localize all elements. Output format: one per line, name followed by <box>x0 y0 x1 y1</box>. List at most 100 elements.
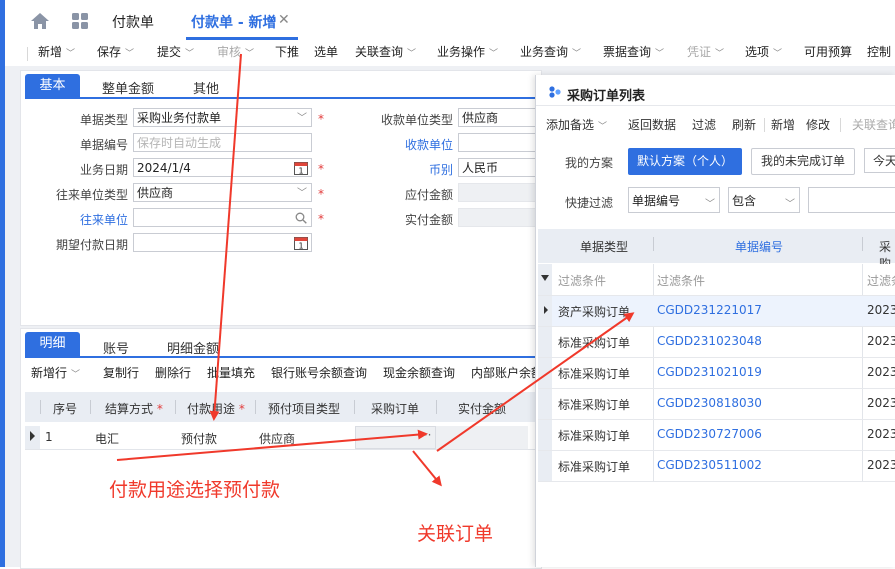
toolbar-control-button[interactable]: 控制 <box>867 43 891 60</box>
filter-button[interactable]: 过滤 <box>692 116 716 133</box>
toolbar-business-op-button[interactable]: 业务操作 ﹀ <box>437 43 498 60</box>
toolbar-select-button[interactable]: 选单 <box>314 43 338 60</box>
tab-account[interactable]: 账号 <box>103 338 129 357</box>
calendar-icon[interactable]: 1 <box>294 161 308 175</box>
cell-date[interactable]: 2023 <box>867 396 895 410</box>
toolbar-related-query-button[interactable]: 关联查询 ﹀ <box>355 43 416 60</box>
col-doc-type[interactable]: 单据类型 <box>580 238 628 255</box>
col-purchase-order[interactable]: 采购订单 <box>371 400 419 417</box>
cell-purpose[interactable]: 预付款 <box>181 430 217 447</box>
more-icon[interactable]: ··· <box>420 428 431 442</box>
apps-grid-icon[interactable] <box>72 13 88 29</box>
col-purpose[interactable]: 付款用途 * <box>187 400 245 417</box>
cell-doc-type[interactable]: 资产采购订单 <box>558 303 630 320</box>
row-indicator <box>538 420 552 450</box>
filter-value-input[interactable] <box>808 187 895 213</box>
return-data-button[interactable]: 返回数据 <box>628 116 676 133</box>
dialog-edit-button[interactable]: 修改 <box>806 116 830 133</box>
search-icon[interactable] <box>295 212 307 224</box>
cell-prepay-type[interactable]: 供应商 <box>259 430 295 447</box>
bank-balance-query-button[interactable]: 银行账号余额查询 <box>271 364 367 381</box>
contact-field[interactable] <box>133 208 312 227</box>
cell-doc-type[interactable]: 标准采购订单 <box>558 334 630 351</box>
home-icon[interactable] <box>30 12 50 30</box>
dialog-related-query-button[interactable]: 关联查询 <box>852 116 895 133</box>
tab-payment-new[interactable]: 付款单 - 新增 <box>191 12 277 32</box>
batch-fill-button[interactable]: 批量填充 <box>207 364 255 381</box>
close-icon[interactable]: ✕ <box>278 12 290 28</box>
toolbar-push-button[interactable]: 下推 <box>275 43 299 60</box>
scheme-unfinished-button[interactable]: 我的未完成订单 <box>751 148 855 175</box>
calendar-icon[interactable]: 1 <box>294 236 308 250</box>
cell-doc-type[interactable]: 标准采购订单 <box>558 458 630 475</box>
tab-payment[interactable]: 付款单 <box>112 12 154 32</box>
dialog-new-button[interactable]: 新增 <box>771 116 795 133</box>
cell-doc-no[interactable]: CGDD230727006 <box>657 427 762 441</box>
toolbar-voucher-button[interactable]: 凭证 ﹀ <box>687 43 724 60</box>
col-settle-method[interactable]: 结算方式 * <box>105 400 163 417</box>
contact-type-select[interactable]: 供应商 ﹀ <box>133 183 312 202</box>
biz-date-field[interactable]: 2024/1/4 1 <box>133 158 312 177</box>
tab-detail[interactable]: 明细 <box>25 332 80 356</box>
doc-type-label: 单据类型 <box>79 113 128 127</box>
toolbar-save-button[interactable]: 保存 ﹀ <box>97 43 134 60</box>
cell-date[interactable]: 2023 <box>867 303 895 317</box>
tab-detail-amount[interactable]: 明细金额 <box>167 338 219 357</box>
cell-method[interactable]: 电汇 <box>95 430 119 447</box>
payee-type-select[interactable]: 供应商 <box>458 108 538 127</box>
cell-doc-no[interactable]: CGDD231023048 <box>657 334 762 348</box>
col-actual-amount[interactable]: 实付金额 <box>458 400 506 417</box>
cell-doc-no[interactable]: CGDD231021019 <box>657 365 762 379</box>
filter-cell-code[interactable]: 过滤条件 <box>657 272 705 289</box>
cell-doc-no[interactable]: CGDD230511002 <box>657 458 762 472</box>
filter-cell-type[interactable]: 过滤条件 <box>558 272 606 289</box>
currency-field[interactable]: 人民币 <box>458 158 538 177</box>
filter-field-select[interactable]: 单据编号 ﹀ <box>628 187 720 213</box>
tab-basic[interactable]: 基本 <box>25 74 80 97</box>
chevron-down-icon: ﹀ <box>185 49 195 59</box>
toolbar-audit-button[interactable]: 审核 ﹀ <box>217 43 254 60</box>
list-icon <box>549 86 561 98</box>
cell-date[interactable]: 2023 <box>867 365 895 379</box>
toolbar-budget-button[interactable]: 可用预算 <box>804 43 852 60</box>
refresh-button[interactable]: 刷新 <box>732 116 756 133</box>
cell-date[interactable]: 2023 <box>867 427 895 441</box>
col-doc-no[interactable]: 单据编号 <box>735 238 783 255</box>
toolbar-submit-button[interactable]: 提交 ﹀ <box>157 43 194 60</box>
cell-date[interactable]: 2023 <box>867 334 895 348</box>
delete-row-button[interactable]: 删除行 <box>155 364 191 381</box>
toolbar-options-button[interactable]: 选项 ﹀ <box>745 43 782 60</box>
copy-row-button[interactable]: 复制行 <box>103 364 139 381</box>
scheme-default-button[interactable]: 默认方案（个人） <box>628 148 742 175</box>
row-divider <box>538 326 895 327</box>
add-row-button[interactable]: 新增行 ﹀ <box>31 364 80 381</box>
payee-field[interactable] <box>458 133 538 152</box>
exp-date-field[interactable]: 1 <box>133 233 312 252</box>
cell-doc-type[interactable]: 标准采购订单 <box>558 396 630 413</box>
cell-date[interactable]: 2023 <box>867 458 895 472</box>
doc-type-select[interactable]: 采购业务付款单 ﹀ <box>133 108 312 127</box>
add-candidate-button[interactable]: 添加备选 ﹀ <box>546 116 607 133</box>
col-prepay-type[interactable]: 预付项目类型 <box>268 400 340 417</box>
cash-balance-query-button[interactable]: 现金余额查询 <box>383 364 455 381</box>
toolbar-new-button[interactable]: 新增 ﹀ <box>38 43 75 60</box>
toolbar-business-query-button[interactable]: 业务查询 ﹀ <box>520 43 581 60</box>
contact-type-label: 往来单位类型 <box>55 188 128 202</box>
internal-balance-button[interactable]: 内部账户余额 <box>471 364 543 381</box>
cell-doc-no[interactable]: CGDD230818030 <box>657 396 762 410</box>
tab-total-amount[interactable]: 整单金额 <box>102 78 154 97</box>
toolbar-bill-query-button[interactable]: 票据查询 ﹀ <box>603 43 664 60</box>
doc-no-field[interactable]: 保存时自动生成 <box>133 133 312 152</box>
filter-cell-date[interactable]: 过滤条 <box>867 272 895 289</box>
cell-doc-type[interactable]: 标准采购订单 <box>558 365 630 382</box>
contact-label[interactable]: 往来单位 <box>40 211 128 228</box>
scheme-today-button[interactable]: 今天 <box>864 148 895 173</box>
currency-label[interactable]: 币别 <box>360 161 453 178</box>
cell-doc-no[interactable]: CGDD231221017 <box>657 303 762 317</box>
col-seq[interactable]: 序号 <box>53 400 77 417</box>
toolbar-divider <box>764 118 765 132</box>
payee-label[interactable]: 收款单位 <box>360 136 453 153</box>
tab-other[interactable]: 其他 <box>193 78 219 97</box>
filter-op-select[interactable]: 包含 ﹀ <box>728 187 800 213</box>
cell-doc-type[interactable]: 标准采购订单 <box>558 427 630 444</box>
